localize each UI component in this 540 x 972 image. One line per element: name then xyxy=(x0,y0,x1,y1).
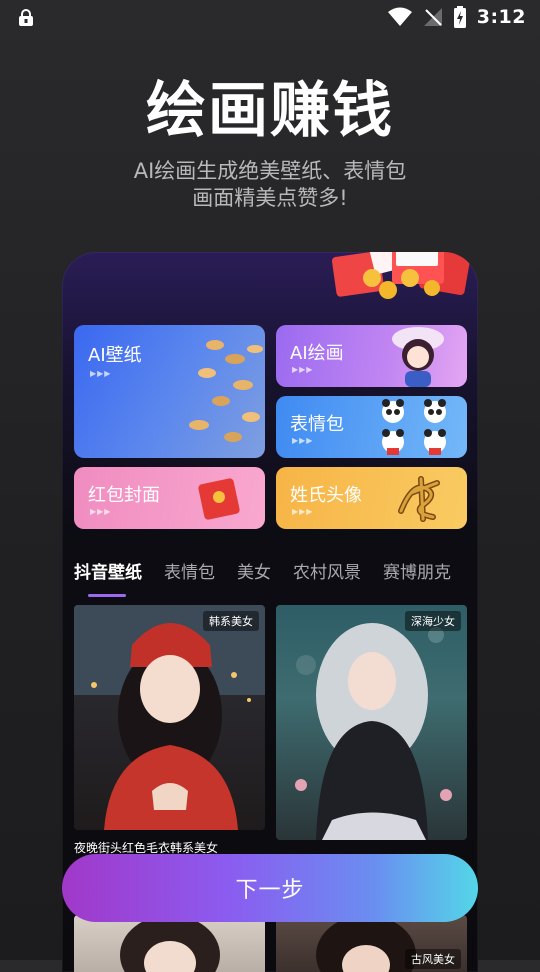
play-arrows-icon: ▶▶▶ xyxy=(292,436,314,445)
image-tag: 古风美女 xyxy=(405,949,461,969)
gallery-image[interactable]: 深海少女 xyxy=(276,605,467,840)
gallery-image[interactable] xyxy=(74,915,265,972)
silver-hair-girl-photo xyxy=(295,623,452,840)
girl-red-sweater-photo xyxy=(74,605,265,830)
feature-label: AI绘画 xyxy=(290,343,344,364)
tab-beauty[interactable]: 美女 xyxy=(237,558,271,583)
red-envelope-icon xyxy=(198,478,240,520)
battery-charging-icon xyxy=(453,6,466,28)
category-tabs: 抖音壁纸 表情包 美女 农村风景 赛博朋克 xyxy=(74,558,451,597)
gallery-image[interactable]: 古风美女 xyxy=(276,915,467,972)
feature-label: 姓氏头像 xyxy=(290,485,362,506)
feature-label: 红包封面 xyxy=(88,485,160,506)
feature-ai-drawing[interactable]: AI绘画 ▶▶▶ xyxy=(276,325,467,387)
wifi-icon xyxy=(387,7,412,26)
red-envelope-illustration xyxy=(331,252,471,299)
subtitle-line-1: AI绘画生成绝美壁纸、表情包 xyxy=(133,159,407,183)
play-arrows-icon: ▶▶▶ xyxy=(90,369,112,378)
image-tag: 韩系美女 xyxy=(203,611,259,631)
image-tag: 深海少女 xyxy=(405,611,461,631)
feature-label: 表情包 xyxy=(290,414,344,435)
gold-calligraphy-icon xyxy=(398,476,440,522)
play-arrows-icon: ▶▶▶ xyxy=(292,365,314,374)
play-arrows-icon: ▶▶▶ xyxy=(90,507,112,516)
coins-artwork xyxy=(189,340,263,442)
gallery-image[interactable]: 韩系美女 xyxy=(74,605,265,830)
tab-douyin-wallpaper[interactable]: 抖音壁纸 xyxy=(74,558,142,597)
play-arrows-icon: ▶▶▶ xyxy=(292,507,314,516)
tab-stickers[interactable]: 表情包 xyxy=(164,558,215,583)
clock: 3:12 xyxy=(476,6,526,28)
feature-red-envelope-cover[interactable]: 红包封面 ▶▶▶ xyxy=(74,467,265,529)
subtitle-line-2: 画面精美点赞多! xyxy=(192,186,348,210)
feature-stickers[interactable]: 表情包 ▶▶▶ xyxy=(276,396,467,458)
doll-girl-artwork xyxy=(392,327,444,387)
girl-portrait-photo xyxy=(120,915,220,972)
no-signal-icon xyxy=(423,8,442,26)
page-title: 绘画赚钱 xyxy=(146,76,394,146)
next-step-button[interactable]: 下一步 xyxy=(62,854,478,922)
feature-surname-avatar[interactable]: 姓氏头像 ▶▶▶ xyxy=(276,467,467,529)
feature-label: AI壁纸 xyxy=(88,345,142,366)
page-subtitle: AI绘画生成绝美壁纸、表情包 画面精美点赞多! xyxy=(0,158,540,212)
tab-rural-scenery[interactable]: 农村风景 xyxy=(293,558,361,583)
lock-notification-icon xyxy=(19,9,33,26)
feature-ai-wallpaper[interactable]: AI壁纸 ▶▶▶ xyxy=(74,325,265,458)
status-bar: 3:12 xyxy=(0,0,540,36)
tab-cyberpunk[interactable]: 赛博朋克 xyxy=(383,558,451,583)
panda-stickers-artwork xyxy=(382,399,446,455)
